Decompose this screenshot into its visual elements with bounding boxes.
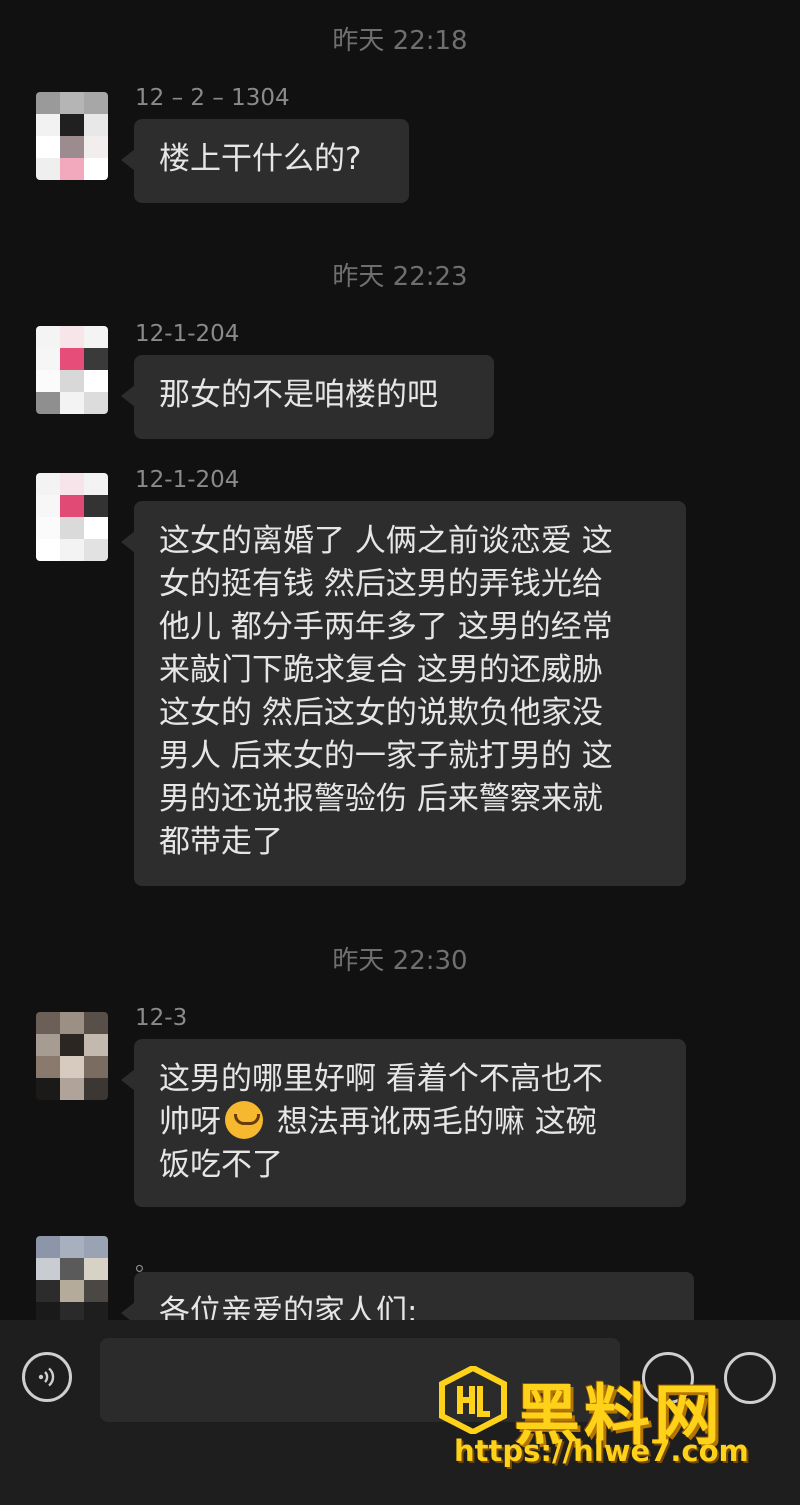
sender-name: 12-1-204	[135, 321, 240, 347]
message-line: 女的挺有钱 然后这男的弄钱光给	[159, 566, 603, 602]
message-text: 帅呀	[159, 1104, 221, 1140]
message-line: 来敲门下跪求复合 这男的还威胁	[159, 652, 603, 688]
timestamp: 昨天 22:18	[332, 26, 468, 56]
message-line: 男人 后来女的一家子就打男的 这	[159, 738, 613, 774]
message-line: 这女的离婚了 人俩之前谈恋爱 这	[159, 523, 613, 559]
sender-name: 12 – 2 – 1304	[135, 85, 290, 111]
voice-input-icon[interactable]	[22, 1352, 72, 1402]
message-bubble[interactable]: 那女的不是咱楼的吧	[121, 355, 494, 439]
watermark: 黑料网 https://hlwe7.com	[436, 1362, 776, 1482]
message-line: 这女的 然后这女的说欺负他家没	[159, 695, 603, 731]
message-bubble[interactable]: 这女的离婚了 人俩之前谈恋爱 这 女的挺有钱 然后这男的弄钱光给 他儿 都分手两…	[121, 501, 686, 886]
watermark-url: https://hlwe7.com	[454, 1434, 749, 1468]
avatar[interactable]	[36, 326, 108, 414]
message-bubble[interactable]: 这男的哪里好啊 看着个不高也不 帅呀 想法再讹两毛的嘛 这碗 饭吃不了	[121, 1039, 686, 1207]
avatar[interactable]	[36, 473, 108, 561]
watermark-logo-icon	[439, 1366, 507, 1434]
sender-name: 12-1-204	[135, 467, 240, 493]
message-line: 饭吃不了	[159, 1147, 283, 1183]
avatar[interactable]	[36, 92, 108, 180]
message-bubble[interactable]: 楼上干什么的?	[121, 119, 409, 203]
message-line: 他儿 都分手两年多了 这男的经常	[159, 609, 613, 645]
avatar[interactable]	[36, 1012, 108, 1100]
message-line: 男的还说报警验伤 后来警察来就	[159, 781, 603, 817]
grimacing-face-emoji-icon	[225, 1101, 263, 1139]
sender-name: 12-3	[135, 1005, 188, 1031]
message-line: 这男的哪里好啊 看着个不高也不	[159, 1061, 603, 1097]
timestamp: 昨天 22:30	[332, 946, 468, 976]
message-text: 想法再讹两毛的嘛 这碗	[267, 1104, 597, 1140]
timestamp: 昨天 22:23	[332, 262, 468, 292]
message-line: 都带走了	[159, 824, 283, 860]
message-line: 帅呀 想法再讹两毛的嘛 这碗	[159, 1101, 662, 1144]
avatar[interactable]	[36, 1236, 108, 1324]
